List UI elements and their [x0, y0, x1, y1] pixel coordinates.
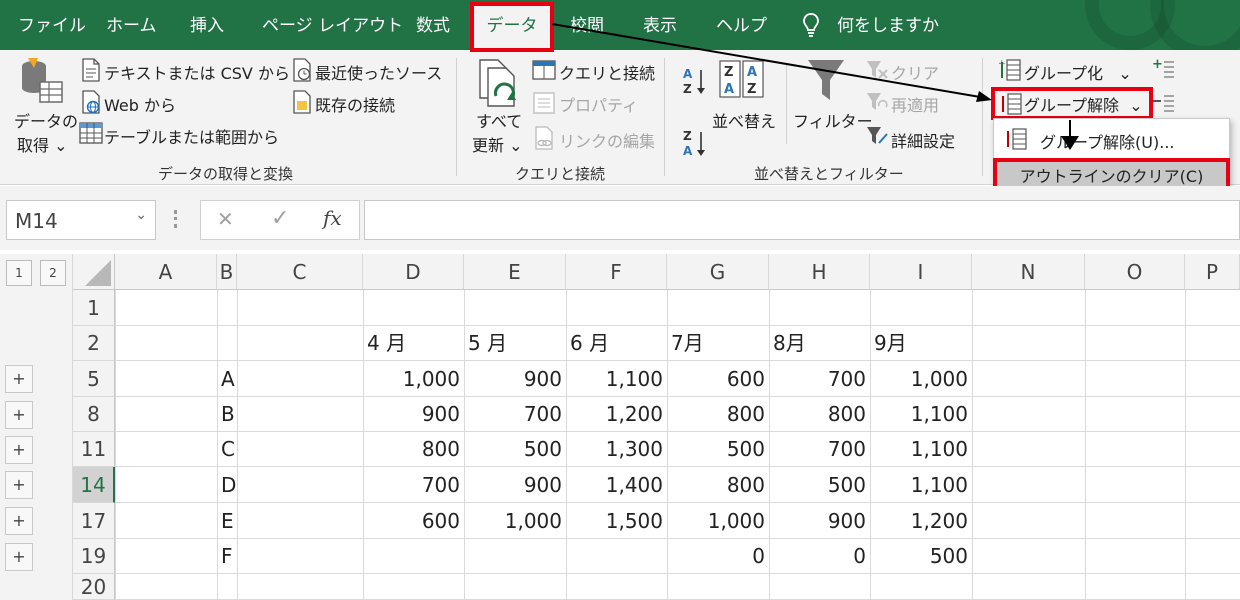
cell-value[interactable]: 700 — [363, 467, 464, 503]
column-header-p[interactable]: P — [1185, 254, 1240, 290]
column-header-o[interactable]: O — [1085, 254, 1185, 290]
cell-text[interactable]: 9月 — [870, 326, 972, 361]
column-header-c[interactable]: C — [237, 254, 363, 290]
formula-bar: M14 ⌄ ✕ ✓ fx — [0, 186, 1240, 250]
cell-value[interactable]: 1,000 — [363, 361, 464, 397]
cancel-icon[interactable]: ✕ — [217, 207, 234, 231]
column-header-f[interactable]: F — [566, 254, 667, 290]
cell-value[interactable]: 800 — [667, 467, 769, 503]
cell-text[interactable]: D — [217, 467, 237, 503]
row-header-19[interactable]: 19 — [73, 539, 115, 574]
cell-value[interactable]: 0 — [667, 539, 769, 574]
cell-value[interactable]: 600 — [363, 503, 464, 539]
expand-group-button[interactable]: + — [5, 365, 33, 393]
gridline-vertical — [1085, 290, 1086, 600]
cell-value[interactable]: 800 — [667, 397, 769, 432]
cell-value[interactable]: 700 — [464, 397, 566, 432]
select-all-corner[interactable] — [73, 254, 115, 290]
column-header-a[interactable]: A — [115, 254, 217, 290]
cell-text[interactable]: 7月 — [667, 326, 769, 361]
cell-value[interactable]: 1,100 — [870, 467, 972, 503]
chevron-down-icon[interactable]: ⌄ — [135, 207, 147, 223]
cell-value[interactable]: 800 — [363, 432, 464, 467]
cell-value[interactable]: 1,400 — [566, 467, 667, 503]
annotation-arrows — [551, 23, 1079, 150]
cell-text[interactable]: 8月 — [769, 326, 870, 361]
outline-level-1-button[interactable]: 1 — [6, 260, 32, 286]
column-header-g[interactable]: G — [667, 254, 769, 290]
name-box[interactable]: M14 ⌄ — [6, 200, 156, 240]
vertical-dots-icon — [174, 210, 177, 228]
gridline-vertical — [972, 290, 973, 600]
cell-value[interactable]: 500 — [667, 432, 769, 467]
name-box-value: M14 — [15, 209, 58, 233]
expand-group-button[interactable]: + — [5, 435, 33, 464]
row-header-20[interactable]: 20 — [73, 574, 115, 600]
cell-value[interactable]: 900 — [769, 503, 870, 539]
gridline-vertical — [1185, 290, 1186, 600]
row-header-1[interactable]: 1 — [73, 290, 115, 326]
cell-value[interactable]: 1,000 — [464, 503, 566, 539]
formula-input[interactable] — [364, 200, 1240, 240]
cell-value[interactable]: 700 — [769, 361, 870, 397]
enter-icon[interactable]: ✓ — [271, 206, 289, 231]
cell-value[interactable]: 0 — [769, 539, 870, 574]
column-header-n[interactable]: N — [972, 254, 1085, 290]
cell-value[interactable] — [363, 539, 464, 574]
expand-group-button[interactable]: + — [5, 400, 33, 429]
row-header-17[interactable]: 17 — [73, 503, 115, 539]
gridline-vertical — [115, 290, 116, 600]
cell-value[interactable]: 800 — [769, 397, 870, 432]
column-header-e[interactable]: E — [464, 254, 566, 290]
cell-text[interactable]: 6 月 — [566, 326, 667, 361]
worksheet-grid: 1 2 ABCDEFGHINOP 1 2 5 8 11 14 17 19 20 4 月5 月6 … — [0, 254, 1240, 600]
select-all-triangle-icon — [85, 260, 111, 286]
expand-group-button[interactable]: + — [5, 542, 33, 571]
column-header-i[interactable]: I — [870, 254, 972, 290]
cell-value[interactable]: 900 — [464, 467, 566, 503]
cell-text[interactable]: B — [217, 397, 237, 432]
cell-text[interactable]: 4 月 — [363, 326, 464, 361]
cell-value[interactable] — [566, 539, 667, 574]
column-header-d[interactable]: D — [363, 254, 464, 290]
row-header-14[interactable]: 14 — [73, 467, 115, 503]
expand-group-button[interactable]: + — [5, 471, 33, 499]
cell-value[interactable]: 1,000 — [870, 361, 972, 397]
gridline-vertical — [237, 290, 238, 600]
cell-value[interactable]: 1,300 — [566, 432, 667, 467]
cell-value[interactable]: 1,500 — [566, 503, 667, 539]
formula-buttons: ✕ ✓ fx — [200, 200, 360, 240]
cell-text[interactable]: 5 月 — [464, 326, 566, 361]
expand-group-button[interactable]: + — [5, 507, 33, 535]
cell-value[interactable] — [464, 539, 566, 574]
cell-text[interactable]: E — [217, 503, 237, 539]
cell-value[interactable]: 1,000 — [667, 503, 769, 539]
outline-level-2-button[interactable]: 2 — [40, 260, 66, 286]
row-header-11[interactable]: 11 — [73, 432, 115, 467]
cell-text[interactable]: C — [217, 432, 237, 467]
insert-function-icon[interactable]: fx — [323, 206, 342, 230]
cell-value[interactable]: 900 — [363, 397, 464, 432]
column-header-b[interactable]: B — [217, 254, 237, 290]
cell-value[interactable]: 700 — [769, 432, 870, 467]
row-header-5[interactable]: 5 — [73, 361, 115, 397]
row-header-2[interactable]: 2 — [73, 326, 115, 361]
column-header-h[interactable]: H — [769, 254, 870, 290]
cell-value[interactable]: 900 — [464, 361, 566, 397]
cell-text[interactable]: A — [217, 361, 237, 397]
cell-text[interactable]: F — [217, 539, 237, 574]
cell-value[interactable]: 1,200 — [566, 397, 667, 432]
cell-value[interactable]: 1,200 — [870, 503, 972, 539]
cell-value[interactable]: 1,100 — [870, 397, 972, 432]
cell-value[interactable]: 1,100 — [870, 432, 972, 467]
cell-value[interactable]: 600 — [667, 361, 769, 397]
cell-value[interactable]: 500 — [464, 432, 566, 467]
cell-value[interactable]: 1,100 — [566, 361, 667, 397]
row-header-8[interactable]: 8 — [73, 397, 115, 432]
cell-value[interactable]: 500 — [769, 467, 870, 503]
cell-value[interactable]: 500 — [870, 539, 972, 574]
